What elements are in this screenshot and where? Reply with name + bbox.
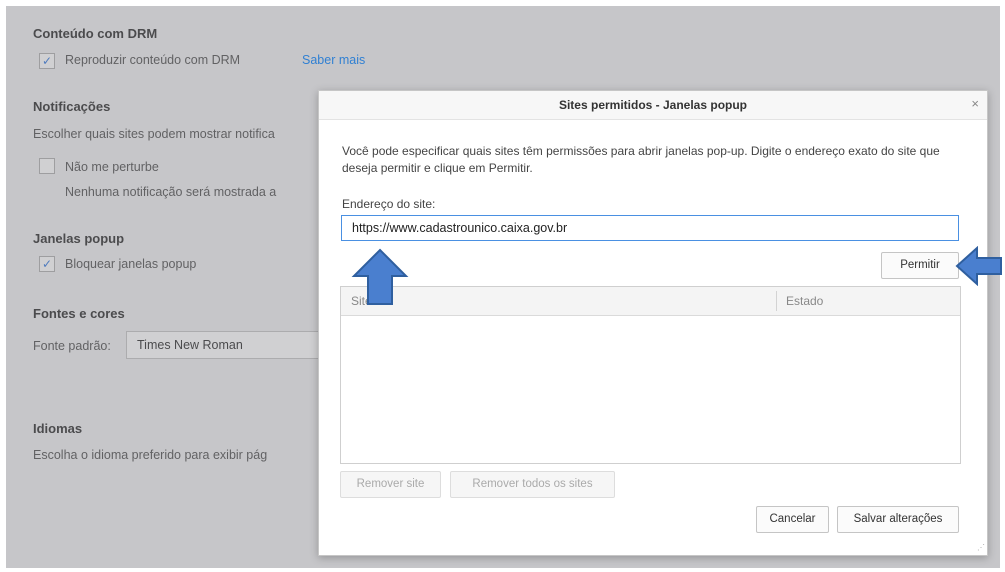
table-header: Site Estado [341,287,960,316]
column-header-status[interactable]: Estado [786,294,823,308]
remove-site-button[interactable]: Remover site [340,471,441,498]
cancel-button[interactable]: Cancelar [756,506,829,533]
remove-all-sites-button[interactable]: Remover todos os sites [450,471,615,498]
dialog-description: Você pode especificar quais sites têm pe… [342,144,940,175]
allow-button[interactable]: Permitir [881,252,959,279]
address-label: Endereço do site: [342,197,436,211]
resize-grip-icon[interactable]: ⋰ [977,543,985,552]
save-changes-button[interactable]: Salvar alterações [837,506,959,533]
column-divider[interactable] [776,291,777,311]
left-arrow-annotation [955,246,1002,286]
site-address-input[interactable] [341,215,959,241]
up-arrow-annotation [351,248,409,305]
close-icon[interactable]: × [971,96,979,111]
dialog-title: Sites permitidos - Janelas popup [558,98,748,112]
allowed-sites-dialog: Sites permitidos - Janelas popup × Você … [318,90,988,556]
sites-table: Site Estado [340,286,961,464]
dialog-titlebar: Sites permitidos - Janelas popup × [319,91,987,120]
